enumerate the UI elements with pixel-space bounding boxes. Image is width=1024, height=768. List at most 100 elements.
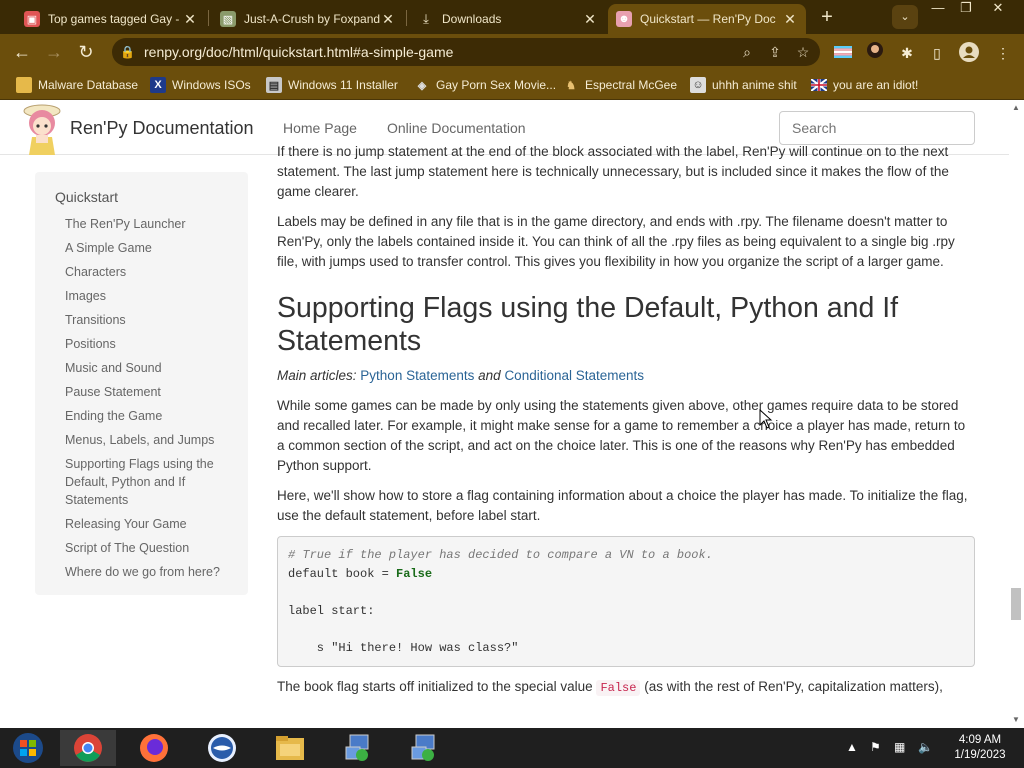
system-clock[interactable]: 4:09 AM 1/19/2023: [948, 733, 1012, 763]
bookmark-star-icon[interactable]: ☆: [792, 44, 814, 61]
sidebar-item-images[interactable]: Images: [65, 287, 235, 305]
tab-title: Just-A-Crush by Foxpanda: [244, 12, 380, 26]
close-tab-icon[interactable]: ✕: [380, 11, 396, 28]
code-say-line: s "Hi there! How was class?": [288, 640, 519, 655]
close-tab-icon[interactable]: ✕: [582, 11, 598, 28]
sidebar-item-where-do-we-go[interactable]: Where do we go from here?: [65, 563, 235, 581]
extension-flag-icon[interactable]: [832, 42, 854, 64]
doc-brand[interactable]: Ren'Py Documentation: [70, 118, 254, 139]
online-documentation-link[interactable]: Online Documentation: [387, 120, 526, 136]
taskbar-network-app-2[interactable]: [396, 730, 452, 766]
search-input[interactable]: [779, 111, 975, 145]
forward-button[interactable]: →: [42, 40, 66, 64]
volume-icon[interactable]: 🔈: [918, 740, 933, 754]
home-page-link[interactable]: Home Page: [283, 120, 357, 136]
sidebar-item-script-of-the-question[interactable]: Script of The Question: [65, 539, 235, 557]
tab-just-a-crush[interactable]: ▧ Just-A-Crush by Foxpanda ✕: [212, 4, 404, 34]
file-explorer-icon: [276, 736, 304, 760]
minimize-button[interactable]: —: [924, 0, 952, 18]
sidebar-item-transitions[interactable]: Transitions: [65, 311, 235, 329]
tab-downloads[interactable]: ⤓ Downloads ✕: [410, 4, 606, 34]
bookmark-anime[interactable]: ☺ uhhh anime shit: [690, 76, 797, 94]
scroll-up-arrow-icon[interactable]: ▲: [1010, 103, 1022, 113]
search-icon[interactable]: ⌕: [736, 44, 758, 61]
bookmark-malware-database[interactable]: Malware Database: [16, 76, 138, 94]
sidebar-item-music-and-sound[interactable]: Music and Sound: [65, 359, 235, 377]
conditional-statements-link[interactable]: Conditional Statements: [504, 368, 644, 383]
taskbar-network-app[interactable]: [330, 730, 386, 766]
main-articles-label: Main articles:: [277, 368, 357, 383]
scroll-down-arrow-icon[interactable]: ▼: [1010, 715, 1022, 725]
sidebar-item-characters[interactable]: Characters: [65, 263, 235, 281]
close-tab-icon[interactable]: ✕: [782, 11, 798, 28]
inline-code-false: False: [596, 680, 641, 696]
avatar-icon: ♞: [566, 79, 576, 92]
address-bar[interactable]: 🔒 renpy.org/doc/html/quickstart.html#a-s…: [112, 38, 820, 66]
taskbar-windows-app[interactable]: [194, 730, 250, 766]
network-icon[interactable]: ▦: [894, 740, 905, 754]
sidebar-item-pause-statement[interactable]: Pause Statement: [65, 383, 235, 401]
lock-icon[interactable]: 🔒: [120, 45, 135, 59]
renpy-icon: ☻: [616, 11, 632, 27]
code-comment: # True if the player has decided to comp…: [288, 548, 713, 562]
taskbar-file-explorer[interactable]: [262, 730, 318, 766]
bookmark-idiot[interactable]: you are an idiot!: [811, 76, 918, 94]
start-button[interactable]: [0, 730, 56, 766]
sidebar-item-positions[interactable]: Positions: [65, 335, 235, 353]
download-icon: ⤓: [423, 11, 429, 26]
python-statements-link[interactable]: Python Statements: [360, 368, 474, 383]
sidebar-item-releasing-your-game[interactable]: Releasing Your Game: [65, 515, 235, 533]
tab-title: Quickstart — Ren'Py Doc: [640, 12, 776, 26]
code-block[interactable]: # True if the player has decided to comp…: [277, 536, 975, 667]
sidebar-title[interactable]: Quickstart: [55, 189, 118, 205]
extensions-puzzle-icon[interactable]: ✱: [896, 42, 918, 64]
clock-date: 1/19/2023: [954, 749, 1006, 761]
new-tab-button[interactable]: +: [815, 6, 839, 30]
sidebar-item-supporting-flags[interactable]: Supporting Flags using the Default, Pyth…: [65, 455, 235, 509]
tab-quickstart[interactable]: ☻ Quickstart — Ren'Py Doc ✕: [608, 4, 806, 34]
x-icon: X: [150, 77, 166, 93]
network-app-icon-2: [411, 734, 435, 761]
scrollbar-thumb[interactable]: [1011, 588, 1021, 620]
sidebar-item-menus-labels-jumps[interactable]: Menus, Labels, and Jumps: [65, 431, 235, 449]
taskbar-firefox[interactable]: [126, 730, 182, 766]
tab-itchio[interactable]: ▣ Top games tagged Gay - it ✕: [16, 4, 206, 34]
tab-title: Downloads: [442, 12, 502, 26]
extension-avatar-icon[interactable]: [864, 42, 886, 64]
anime-icon: ☺: [690, 77, 706, 93]
tab-search-button[interactable]: ⌄: [892, 5, 918, 29]
menu-kebab-icon[interactable]: ⋮: [992, 42, 1014, 64]
back-button[interactable]: ←: [10, 40, 34, 64]
chrome-icon: [74, 734, 102, 762]
tab-separator: [406, 10, 407, 26]
tab-strip: ▣ Top games tagged Gay - it ✕ ▧ Just-A-C…: [0, 0, 1024, 34]
bookmark-windows-isos[interactable]: X Windows ISOs: [150, 76, 251, 94]
restore-button[interactable]: ❐: [952, 0, 980, 18]
firefox-icon: [140, 734, 168, 762]
url-text[interactable]: renpy.org/doc/html/quickstart.html#a-sim…: [144, 44, 736, 60]
code-default-line: default book =: [288, 566, 397, 581]
paragraph-labels: Labels may be defined in any file that i…: [277, 214, 955, 269]
sidebar-item-simple-game[interactable]: A Simple Game: [65, 239, 235, 257]
show-hidden-icons[interactable]: ▲: [846, 740, 858, 754]
page-scrollbar[interactable]: [1009, 101, 1024, 728]
profile-icon[interactable]: [958, 42, 980, 64]
close-tab-icon[interactable]: ✕: [182, 11, 198, 28]
share-icon[interactable]: ⇪: [764, 44, 786, 61]
taskbar-chrome[interactable]: [60, 730, 116, 766]
sidebar-list: The Ren'Py Launcher A Simple Game Charac…: [65, 215, 235, 587]
bookmark-espectral-mcgee[interactable]: ♞ Espectral McGee: [563, 76, 677, 94]
paragraph-book-flag: The book flag starts off initialized to …: [277, 677, 975, 698]
renpy-logo[interactable]: [20, 101, 64, 155]
action-center-flag-icon[interactable]: ⚑: [870, 740, 881, 754]
side-panel-icon[interactable]: ▯: [926, 42, 948, 64]
bookmark-label: Windows ISOs: [172, 78, 251, 92]
image-tab-icon: ▧: [220, 11, 236, 27]
reload-button[interactable]: ↻: [74, 40, 98, 64]
bookmark-windows-11-installer[interactable]: ▤ Windows 11 Installer: [266, 76, 398, 94]
sidebar-item-renpy-launcher[interactable]: The Ren'Py Launcher: [65, 215, 235, 233]
network-app-icon: [345, 734, 369, 761]
bookmark-site[interactable]: ◈ Gay Porn Sex Movie...: [414, 76, 556, 94]
close-window-button[interactable]: ✕: [984, 0, 1012, 18]
sidebar-item-ending-the-game[interactable]: Ending the Game: [65, 407, 235, 425]
